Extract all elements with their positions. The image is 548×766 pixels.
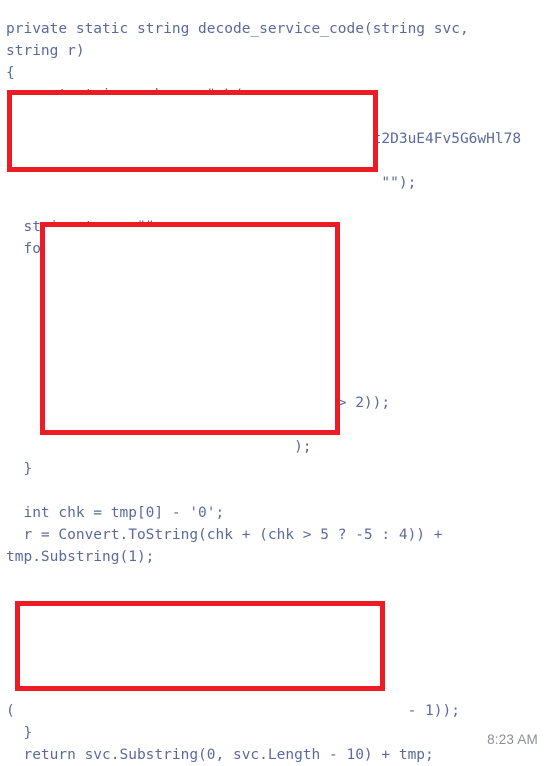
code-line: string r) [6, 42, 85, 59]
code-line: ( - 1)); [6, 702, 460, 719]
redaction-box-key-string [7, 90, 378, 172]
code-line: int chk = tmp[0] - '0'; [6, 504, 225, 521]
redaction-box-tail-loop [15, 601, 385, 691]
message-timestamp: 8:23 AM [487, 732, 538, 747]
code-line: private static string decode_service_cod… [6, 20, 469, 37]
code-line: } [6, 460, 33, 477]
redaction-box-loop-body [40, 222, 340, 435]
code-line: return svc.Substring(0, svc.Length - 10)… [6, 746, 434, 763]
code-line: { [6, 64, 15, 81]
code-line: ""); [6, 174, 417, 191]
code-line: } [6, 724, 33, 741]
code-line: ); [6, 438, 312, 455]
code-line: r = Convert.ToString(chk + (chk > 5 ? -5… [6, 526, 443, 543]
code-surface: private static string decode_service_cod… [0, 0, 548, 763]
code-line: tmp.Substring(1); [6, 548, 155, 565]
